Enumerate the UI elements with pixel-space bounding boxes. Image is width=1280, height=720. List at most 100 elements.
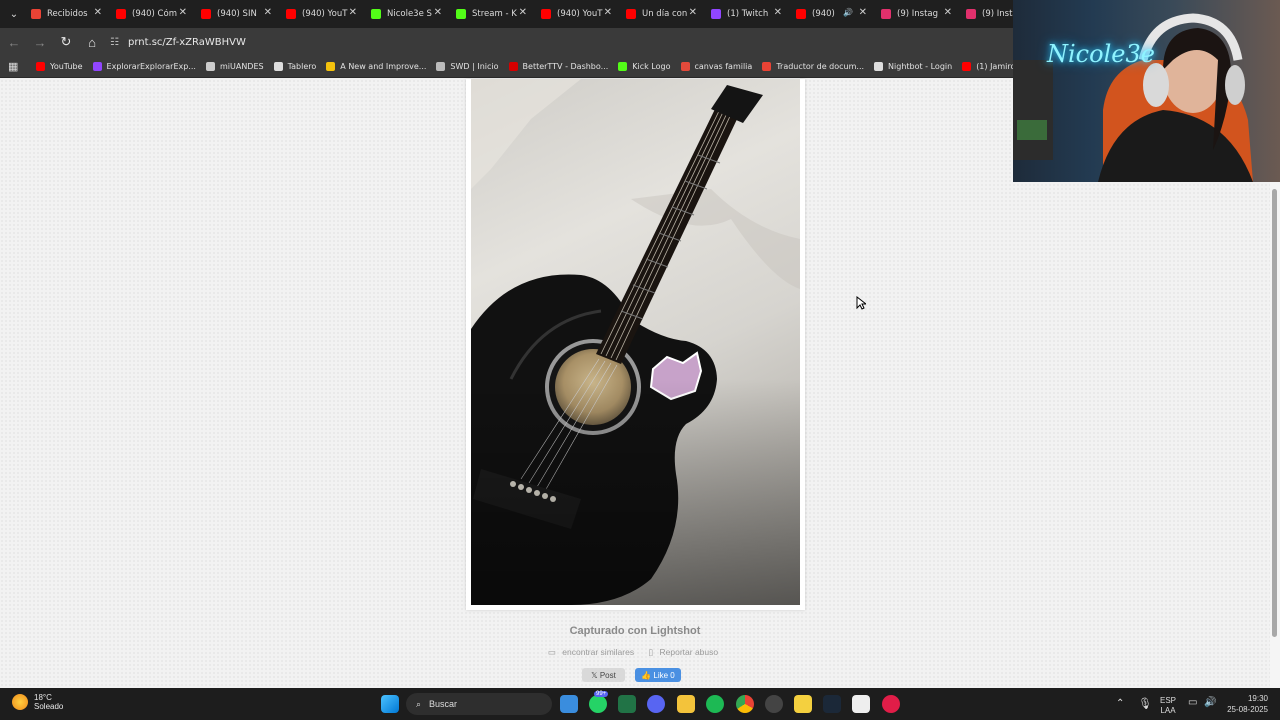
search-placeholder: Buscar <box>429 699 458 709</box>
bookmark-item[interactable]: BetterTTV - Dashbo... <box>508 62 609 71</box>
language-indicator[interactable]: ESP LAA <box>1160 696 1176 716</box>
tab-title: Un día con <box>642 9 688 19</box>
discord-app-icon[interactable] <box>647 695 665 713</box>
browser-tab[interactable]: (9) Instag ✕ <box>875 0 960 28</box>
tab-favicon-icon <box>881 9 891 19</box>
whatsapp-app-icon[interactable] <box>589 695 607 713</box>
obs-app-icon[interactable] <box>765 695 783 713</box>
close-tab-icon[interactable]: ✕ <box>519 8 527 18</box>
bookmark-label: canvas familia <box>694 62 753 71</box>
bookmark-item[interactable]: A New and Improve... <box>326 62 426 71</box>
image-actions: ▭ encontrar similares ▯ Reportar abuso <box>0 647 1270 658</box>
bookmark-item[interactable]: Tablero <box>273 62 316 71</box>
bookmark-favicon-icon <box>326 62 336 71</box>
language-code: ESP <box>1160 696 1177 705</box>
start-button-windows-icon[interactable] <box>381 695 399 713</box>
close-tab-icon[interactable]: ✕ <box>179 8 187 18</box>
browser-tab[interactable]: Nicole3e S ✕ <box>365 0 450 28</box>
chevron-up-icon[interactable]: ⌃ <box>1116 698 1124 709</box>
bookmark-item[interactable]: Nightbot - Login <box>874 62 952 71</box>
sticky-notes-icon[interactable] <box>794 695 812 713</box>
close-tab-icon[interactable]: ✕ <box>689 8 697 18</box>
browser-tab[interactable]: (940) YouT ✕ <box>535 0 620 28</box>
browser-tab[interactable]: (940) YouT ✕ <box>280 0 365 28</box>
site-info-icon[interactable]: ☷ <box>110 37 122 48</box>
bookmark-label: BetterTTV - Dashbo... <box>522 62 609 71</box>
bookmark-favicon-icon <box>618 62 628 71</box>
bookmark-label: Traductor de docum... <box>776 62 865 71</box>
bookmark-item[interactable]: Kick Logo <box>618 62 671 71</box>
reload-button[interactable]: ↻ <box>54 30 78 54</box>
spotify-app-icon[interactable] <box>706 695 724 713</box>
address-bar[interactable]: ☷ prnt.sc/Zf-xZRaWBHVW <box>110 31 1000 53</box>
browser-tab[interactable]: (940) Cóm ✕ <box>110 0 195 28</box>
scrollbar-thumb[interactable] <box>1272 189 1277 637</box>
browser-tab[interactable]: (1) Twitch ✕ <box>705 0 790 28</box>
close-tab-icon[interactable]: ✕ <box>434 8 442 18</box>
close-tab-icon[interactable]: ✕ <box>264 8 272 18</box>
bookmark-favicon-icon <box>962 62 972 71</box>
bookmark-item[interactable]: ExplorarExplorarExp... <box>92 62 196 71</box>
volume-icon[interactable]: 🔊 <box>1204 697 1216 708</box>
screenshot-image[interactable] <box>471 79 800 605</box>
x-post-button[interactable]: 𝕏 Post <box>582 668 625 682</box>
browser-tab[interactable]: (940) SIN ✕ <box>195 0 280 28</box>
home-button[interactable]: ⌂ <box>80 30 104 54</box>
tab-title: (9) Instag <box>897 9 939 19</box>
close-tab-icon[interactable]: ✕ <box>94 8 102 18</box>
bookmark-item[interactable]: canvas familia <box>680 62 753 71</box>
bookmark-item[interactable]: SWD | Inicio <box>436 62 499 71</box>
steam-app-icon[interactable] <box>823 695 841 713</box>
clock[interactable]: 19:30 25-08-2025 <box>1224 693 1268 715</box>
forward-button[interactable]: → <box>28 30 52 54</box>
browser-tab[interactable]: Recibidos ✕ <box>25 0 110 28</box>
close-tab-icon[interactable]: ✕ <box>944 8 952 18</box>
bookmark-item[interactable]: miUANDES <box>205 62 264 71</box>
bookmark-favicon-icon <box>762 62 772 71</box>
bookmark-item[interactable]: YouTube <box>36 62 83 71</box>
taskbar-search[interactable]: ⌕ Buscar <box>406 693 552 715</box>
tab-title: (940) SIN <box>217 9 257 19</box>
browser-tab[interactable]: (940) 🔊 ✕ <box>790 0 875 28</box>
close-tab-icon[interactable]: ✕ <box>349 8 357 18</box>
tab-favicon-icon <box>711 9 721 19</box>
bookmark-favicon-icon <box>92 62 102 71</box>
facebook-like-button[interactable]: 👍 Like 0 <box>635 668 681 682</box>
find-similar-link[interactable]: ▭ encontrar similares <box>548 647 638 657</box>
chrome-app-icon[interactable] <box>736 695 754 713</box>
excel-app-icon[interactable] <box>618 695 636 713</box>
close-tab-icon[interactable]: ✕ <box>774 8 782 18</box>
bookmark-item[interactable]: Traductor de docum... <box>762 62 864 71</box>
lightshot-caption[interactable]: Capturado con Lightshot <box>0 625 1270 637</box>
bookmark-favicon-icon <box>874 62 884 71</box>
tab-favicon-icon <box>31 9 41 19</box>
webcam-overlay: Nicole3e <box>1013 0 1280 182</box>
file-explorer-icon[interactable] <box>677 695 695 713</box>
opera-app-icon[interactable] <box>882 695 900 713</box>
bookmark-label: ExplorarExplorarExp... <box>106 62 196 71</box>
speaker-icon[interactable]: 🔊 <box>843 8 853 17</box>
report-abuse-link[interactable]: ▯ Reportar abuso <box>648 647 722 657</box>
find-similar-label: encontrar similares <box>562 647 635 657</box>
network-icon[interactable]: ▭ <box>1188 697 1197 708</box>
post-label: Post <box>599 670 616 680</box>
back-button[interactable]: ← <box>2 30 26 54</box>
like-label: Like 0 <box>653 670 675 680</box>
capcut-app-icon[interactable] <box>852 695 870 713</box>
report-abuse-label: Reportar abuso <box>659 647 719 657</box>
keyboard-layout: LAA <box>1160 706 1176 715</box>
notepad-app-icon[interactable] <box>560 695 578 713</box>
close-tab-icon[interactable]: ✕ <box>859 8 867 18</box>
browser-tab[interactable]: Un día con ✕ <box>620 0 705 28</box>
microphone-icon[interactable]: 🎙 <box>1138 697 1152 710</box>
bookmark-label: A New and Improve... <box>340 62 427 71</box>
bookmark-label: Kick Logo <box>632 62 671 71</box>
close-tab-icon[interactable]: ✕ <box>604 8 612 18</box>
sun-icon <box>12 694 28 710</box>
tab-title: (940) YouT <box>302 9 348 19</box>
tab-search-button[interactable]: ⌄ <box>3 3 25 25</box>
weather-widget[interactable]: 18°C Soleado <box>12 693 63 711</box>
bookmark-favicon-icon <box>680 62 690 71</box>
apps-grid-icon[interactable]: ▦ <box>8 60 24 73</box>
browser-tab[interactable]: Stream - K ✕ <box>450 0 535 28</box>
